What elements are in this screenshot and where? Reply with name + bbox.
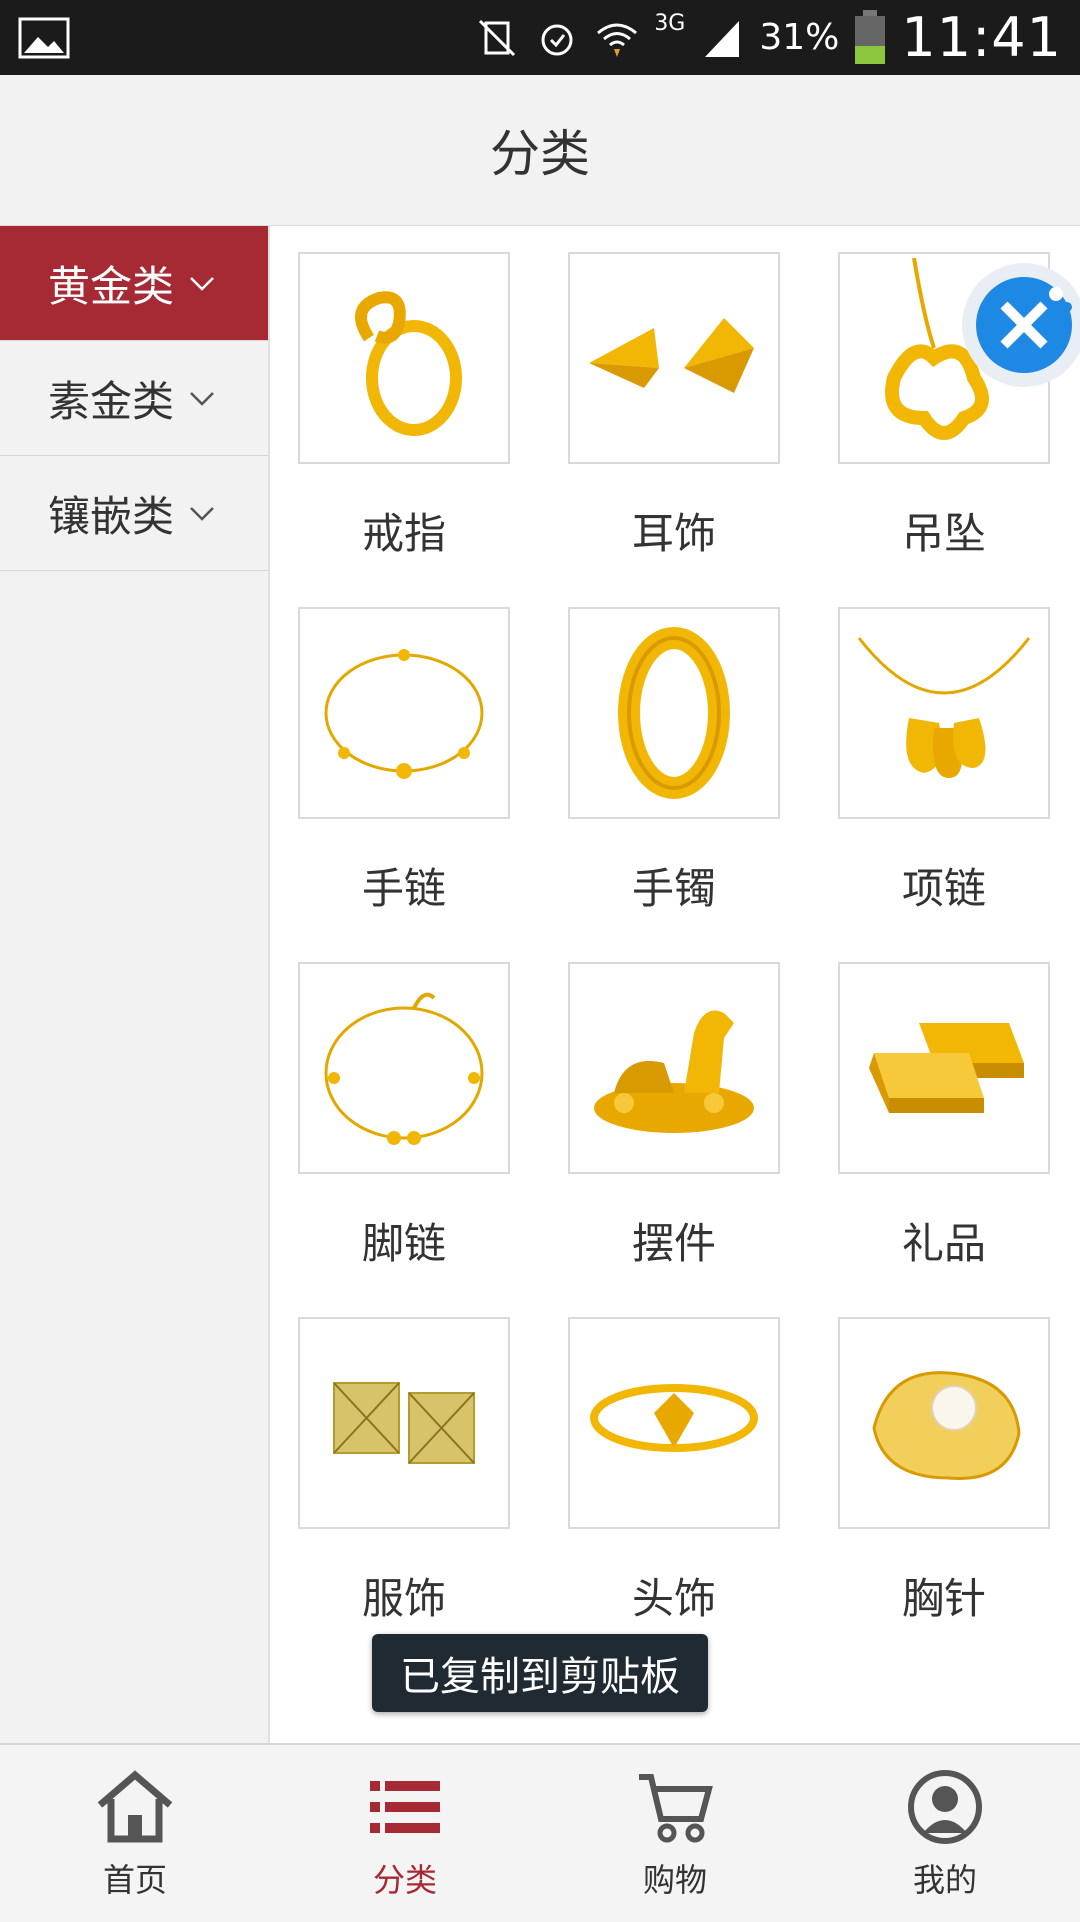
category-label: 戒指 bbox=[361, 509, 446, 558]
chevron-down-icon bbox=[190, 507, 214, 521]
category-label: 头饰 bbox=[631, 1574, 716, 1623]
tab-label: 分类 bbox=[372, 1860, 437, 1899]
home-icon bbox=[97, 1769, 173, 1842]
bangle-image bbox=[568, 607, 780, 819]
category-tile-headwear[interactable]: 头饰 bbox=[568, 1317, 780, 1672]
category-tile-earrings[interactable]: 耳饰 bbox=[568, 252, 780, 607]
brooch-image bbox=[838, 1317, 1050, 1529]
clock-text: 11:41 bbox=[901, 6, 1062, 69]
category-tile-bangle[interactable]: 手镯 bbox=[568, 607, 780, 962]
gallery-icon bbox=[18, 17, 70, 59]
category-label: 手链 bbox=[361, 864, 446, 913]
sidebar-item-inlaid[interactable]: 镶嵌类 bbox=[0, 456, 268, 571]
category-label: 胸针 bbox=[901, 1574, 986, 1623]
category-label: 手镯 bbox=[631, 864, 716, 913]
category-tile-necklace[interactable]: 项链 bbox=[838, 607, 1050, 962]
tab-shopping[interactable]: 购物 bbox=[540, 1745, 810, 1922]
tab-label: 首页 bbox=[102, 1860, 167, 1899]
tab-category[interactable]: 分类 bbox=[270, 1745, 540, 1922]
battery-percent-text: 31% bbox=[759, 17, 840, 58]
tab-home[interactable]: 首页 bbox=[0, 1745, 270, 1922]
cart-icon bbox=[639, 1773, 713, 1842]
tab-mine[interactable]: 我的 bbox=[810, 1745, 1080, 1922]
tab-label: 我的 bbox=[912, 1860, 977, 1899]
wifi-icon bbox=[597, 23, 638, 57]
floating-assistant-button[interactable] bbox=[952, 252, 1080, 398]
status-bar: 3G 31% 11:41 bbox=[0, 0, 1080, 75]
anklet-image bbox=[298, 962, 510, 1174]
category-label: 脚链 bbox=[361, 1219, 446, 1268]
list-icon bbox=[370, 1780, 440, 1833]
category-label: 服饰 bbox=[361, 1574, 446, 1623]
category-label: 摆件 bbox=[631, 1219, 716, 1268]
category-tile-brooch[interactable]: 胸针 bbox=[838, 1317, 1050, 1672]
battery-icon bbox=[855, 9, 886, 64]
tab-label: 购物 bbox=[642, 1860, 707, 1899]
page-header: 分类 bbox=[0, 75, 1080, 226]
network-type-text: 3G bbox=[654, 11, 686, 36]
sidebar-item-label: 镶嵌类 bbox=[48, 491, 175, 541]
category-content: 戒指 耳饰 吊坠 手链 手镯 项链 脚链 摆件 礼品 服饰 头饰 胸针 bbox=[270, 226, 1080, 1743]
head-ornament-image bbox=[568, 1317, 780, 1529]
category-tile-apparel[interactable]: 服饰 bbox=[298, 1317, 510, 1672]
signal-icon bbox=[705, 20, 740, 57]
sidebar-item-plain-gold[interactable]: 素金类 bbox=[0, 341, 268, 456]
product-category-grid: 戒指 耳饰 吊坠 手链 手镯 项链 脚链 摆件 礼品 服饰 头饰 胸针 bbox=[298, 252, 1050, 1672]
vibrate-mute-icon bbox=[479, 19, 516, 56]
category-tile-ornament[interactable]: 摆件 bbox=[568, 962, 780, 1317]
category-tile-anklet[interactable]: 脚链 bbox=[298, 962, 510, 1317]
ring-image bbox=[298, 252, 510, 464]
user-icon bbox=[908, 1769, 982, 1844]
sidebar-item-label: 素金类 bbox=[48, 376, 175, 426]
category-label: 吊坠 bbox=[901, 509, 986, 558]
chevron-down-icon bbox=[190, 277, 214, 291]
category-tile-bracelet[interactable]: 手链 bbox=[298, 607, 510, 962]
category-label: 耳饰 bbox=[631, 509, 716, 558]
gold-bars-image bbox=[838, 962, 1050, 1174]
cufflinks-image bbox=[298, 1317, 510, 1529]
category-tile-gift[interactable]: 礼品 bbox=[838, 962, 1050, 1317]
category-sidebar: 黄金类 素金类 镶嵌类 bbox=[0, 226, 270, 1743]
bottom-navigation: 首页 分类 购物 我的 bbox=[0, 1743, 1080, 1922]
category-label: 礼品 bbox=[901, 1219, 986, 1268]
horse-ornament-image bbox=[568, 962, 780, 1174]
alarm-icon bbox=[541, 24, 573, 55]
earrings-image bbox=[568, 252, 780, 464]
bracelet-image bbox=[298, 607, 510, 819]
sidebar-item-gold[interactable]: 黄金类 bbox=[0, 226, 268, 341]
chevron-down-icon bbox=[190, 392, 214, 406]
sidebar-item-label: 黄金类 bbox=[48, 261, 175, 311]
page-title: 分类 bbox=[490, 125, 590, 183]
category-tile-ring[interactable]: 戒指 bbox=[298, 252, 510, 607]
necklace-image bbox=[838, 607, 1050, 819]
category-label: 项链 bbox=[901, 864, 986, 913]
toast-message: 已复制到剪贴板 bbox=[372, 1634, 708, 1712]
